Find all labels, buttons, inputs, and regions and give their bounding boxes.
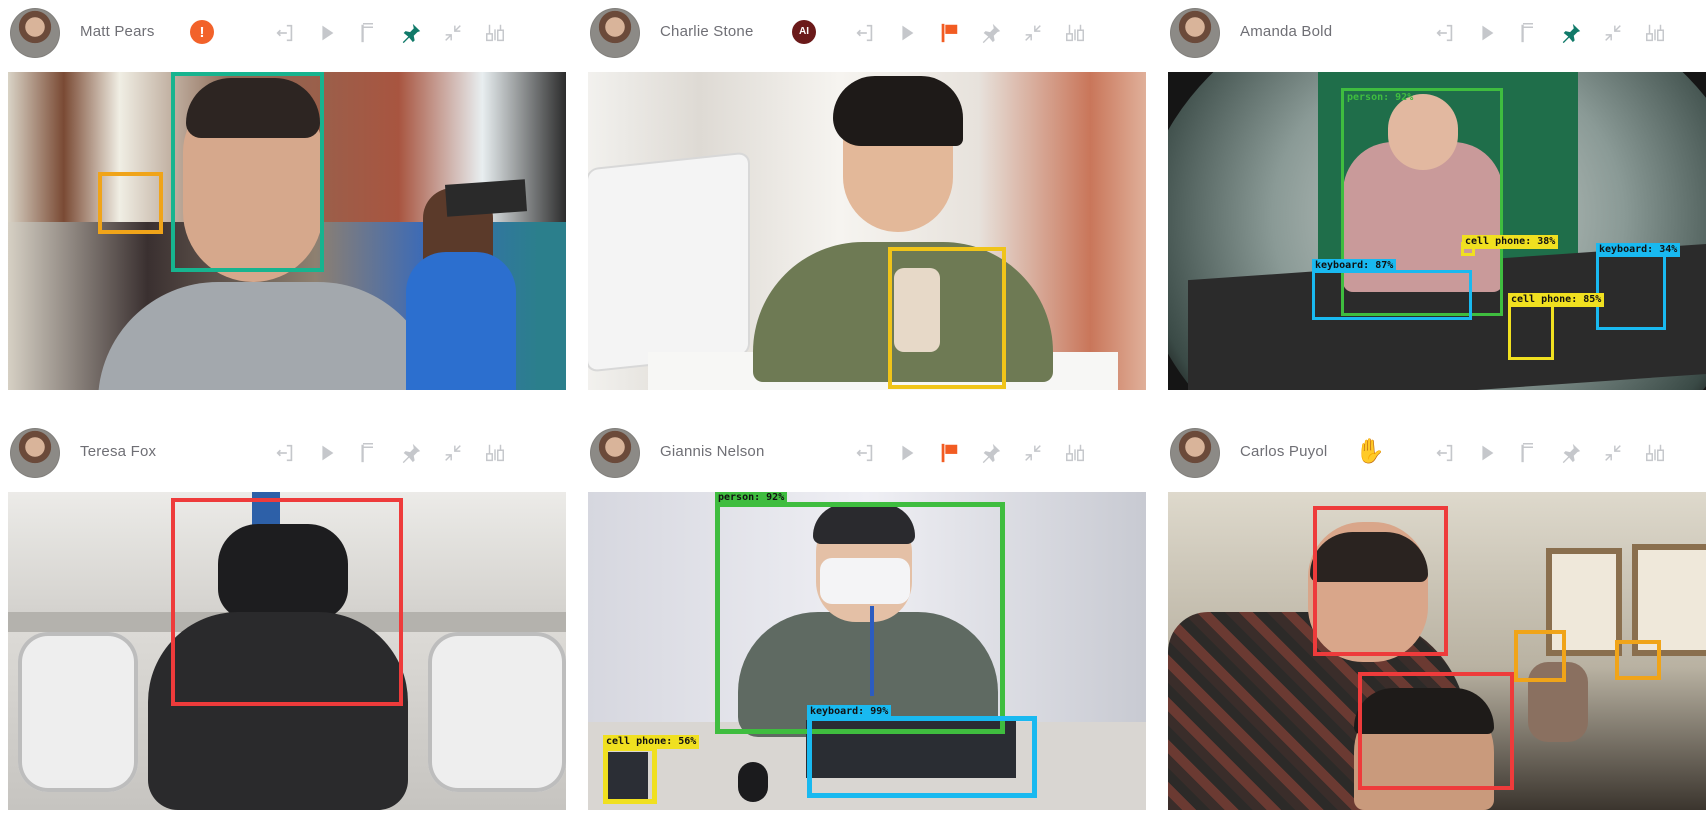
avatar[interactable]	[10, 428, 60, 478]
minimize-icon[interactable]	[1600, 20, 1626, 46]
detection-box	[98, 172, 163, 234]
participant-tile: Giannis Nelson person: 92% keyboard: 99%…	[588, 420, 1146, 820]
video-feed[interactable]	[1168, 492, 1706, 810]
detection-box: keyboard: 34%	[1596, 243, 1681, 330]
tile-header: Giannis Nelson	[588, 420, 1146, 482]
detection-label: person: 92%	[715, 492, 788, 505]
play-icon[interactable]	[1474, 440, 1500, 466]
tools-icon[interactable]	[482, 20, 508, 46]
video-feed[interactable]	[8, 72, 566, 390]
exit-icon[interactable]	[272, 440, 298, 466]
avatar[interactable]	[590, 428, 640, 478]
participant-name: Teresa Fox	[80, 443, 157, 460]
participant-name: Matt Pears	[80, 23, 155, 40]
exit-icon[interactable]	[852, 20, 878, 46]
participant-tile: Carlos Puyol ✋	[1168, 420, 1706, 820]
detection-label: keyboard: 99%	[807, 705, 892, 719]
alert-icon: !	[190, 20, 214, 44]
detection-box	[1514, 630, 1566, 682]
participant-tile: Teresa Fox	[8, 420, 566, 820]
detection-label: person: 92%	[1347, 92, 1414, 103]
detection-box	[171, 72, 324, 272]
detection-label: cell phone: 38%	[1462, 235, 1559, 249]
exit-icon[interactable]	[1432, 440, 1458, 466]
detection-box: keyboard: 99%	[807, 705, 1037, 798]
tile-header: Carlos Puyol ✋	[1168, 420, 1706, 482]
flag-icon[interactable]	[1516, 440, 1542, 466]
pin-icon[interactable]	[1558, 20, 1584, 46]
tile-header: Matt Pears !	[8, 0, 566, 62]
pin-icon[interactable]	[1558, 440, 1584, 466]
tile-header: Teresa Fox	[8, 420, 566, 482]
detection-box	[888, 247, 1006, 389]
pin-icon[interactable]	[978, 440, 1004, 466]
avatar[interactable]	[590, 8, 640, 58]
detection-box: person: 92%	[715, 492, 1005, 734]
tile-toolbar	[852, 440, 1142, 466]
tile-header: Charlie Stone AI	[588, 0, 1146, 62]
minimize-icon[interactable]	[1020, 20, 1046, 46]
play-icon[interactable]	[314, 20, 340, 46]
detection-box: keyboard: 87%	[1312, 259, 1472, 320]
avatar[interactable]	[1170, 8, 1220, 58]
play-icon[interactable]	[894, 20, 920, 46]
tools-icon[interactable]	[1062, 440, 1088, 466]
video-feed[interactable]	[588, 72, 1146, 390]
detection-box: cell phone: 85%	[1508, 293, 1605, 360]
tile-toolbar	[272, 440, 562, 466]
video-feed[interactable]: person: 92% keyboard: 99% cell phone: 56…	[588, 492, 1146, 810]
tools-icon[interactable]	[1642, 20, 1668, 46]
minimize-icon[interactable]	[1020, 440, 1046, 466]
participant-name: Charlie Stone	[660, 23, 754, 40]
detection-label: cell phone: 56%	[603, 735, 700, 749]
minimize-icon[interactable]	[440, 440, 466, 466]
tools-icon[interactable]	[1642, 440, 1668, 466]
tile-toolbar	[1432, 440, 1706, 466]
play-icon[interactable]	[314, 440, 340, 466]
detection-box	[171, 498, 403, 706]
pin-icon[interactable]	[398, 20, 424, 46]
detection-box	[1615, 640, 1661, 680]
tile-header: Amanda Bold	[1168, 0, 1706, 62]
tools-icon[interactable]	[1062, 20, 1088, 46]
flag-icon[interactable]	[936, 20, 962, 46]
detection-label: keyboard: 34%	[1596, 243, 1681, 257]
tile-toolbar	[272, 20, 562, 46]
participant-name: Carlos Puyol	[1240, 443, 1328, 460]
flag-icon[interactable]	[1516, 20, 1542, 46]
detection-box	[1358, 672, 1514, 790]
raised-hand-icon: ✋	[1355, 438, 1385, 465]
avatar[interactable]	[1170, 428, 1220, 478]
flag-icon[interactable]	[356, 440, 382, 466]
exit-icon[interactable]	[272, 20, 298, 46]
flag-icon[interactable]	[936, 440, 962, 466]
flag-icon[interactable]	[356, 20, 382, 46]
tile-toolbar	[852, 20, 1142, 46]
exit-icon[interactable]	[1432, 20, 1458, 46]
tile-toolbar	[1432, 20, 1706, 46]
detection-box: cell phone: 56%	[603, 735, 700, 804]
video-feed[interactable]	[8, 492, 566, 810]
participant-tile: Matt Pears !	[8, 0, 566, 400]
participant-name: Giannis Nelson	[660, 443, 765, 460]
pin-icon[interactable]	[398, 440, 424, 466]
video-feed[interactable]: person: 92% cell phone: 38% keyboard: 87…	[1168, 72, 1706, 390]
detection-label: cell phone: 85%	[1508, 293, 1605, 307]
tools-icon[interactable]	[482, 440, 508, 466]
avatar[interactable]	[10, 8, 60, 58]
detection-box: cell phone: 38%	[1461, 235, 1559, 256]
ai-badge-icon: AI	[792, 20, 816, 44]
pin-icon[interactable]	[978, 20, 1004, 46]
minimize-icon[interactable]	[1600, 440, 1626, 466]
participant-name: Amanda Bold	[1240, 23, 1333, 40]
participant-tile: Charlie Stone AI	[588, 0, 1146, 400]
detection-box	[1313, 506, 1448, 656]
play-icon[interactable]	[894, 440, 920, 466]
participant-tile: Amanda Bold person: 92% cell phone: 38% …	[1168, 0, 1706, 400]
minimize-icon[interactable]	[440, 20, 466, 46]
play-icon[interactable]	[1474, 20, 1500, 46]
detection-label: keyboard: 87%	[1312, 259, 1397, 273]
exit-icon[interactable]	[852, 440, 878, 466]
